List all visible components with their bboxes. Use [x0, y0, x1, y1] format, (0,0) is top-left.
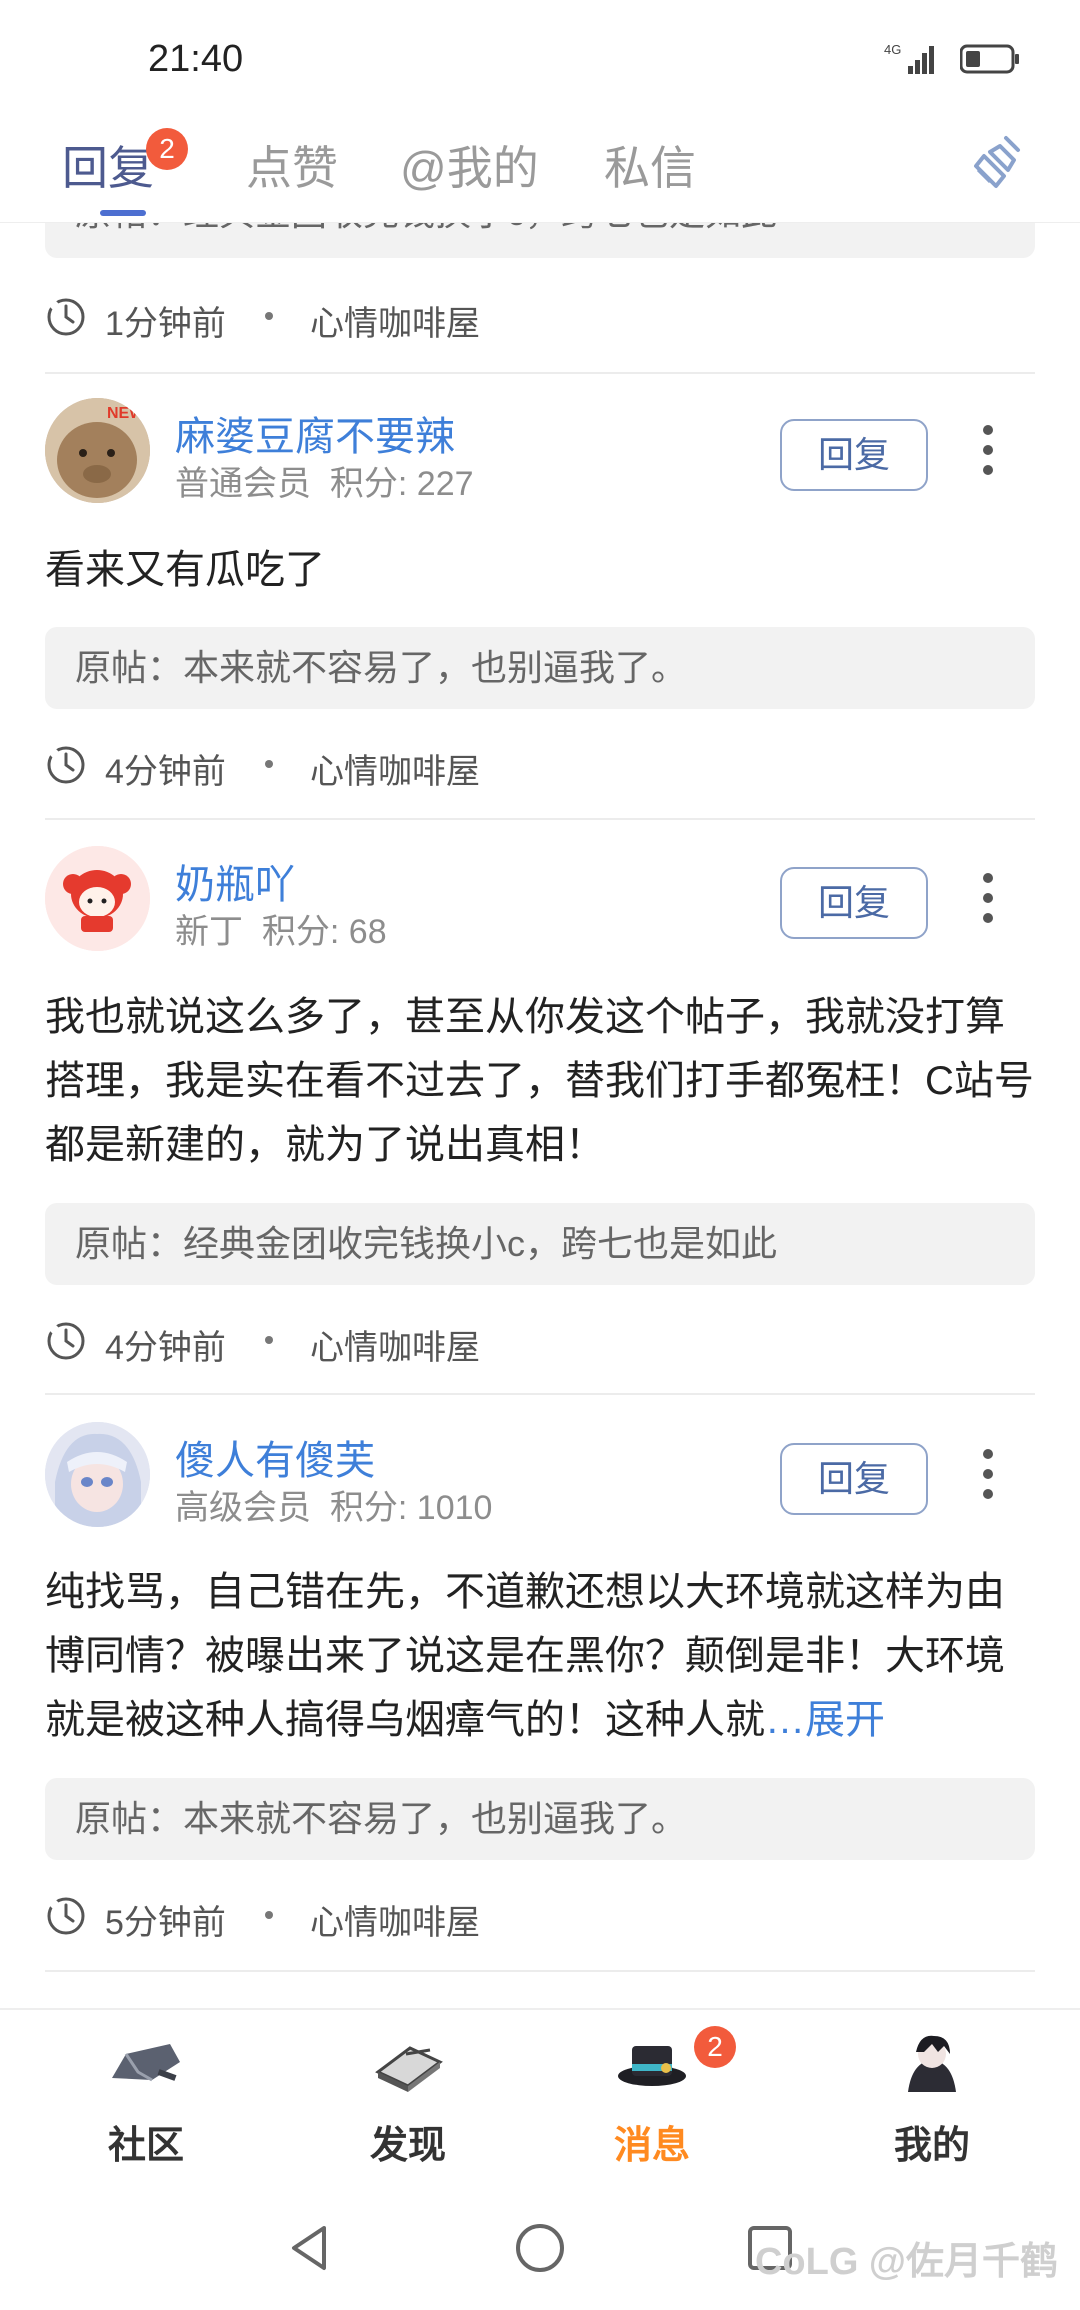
more-options-icon[interactable] [980, 1444, 996, 1504]
status-bar: 21:40 4G [0, 0, 1080, 110]
divider [45, 1970, 1035, 1972]
nav-discover[interactable]: 发现 [308, 2010, 508, 2190]
divider [45, 818, 1035, 820]
nav-messages[interactable]: 2 消息 [552, 2010, 752, 2190]
original-post-quote[interactable]: 原帖：经典金团收完钱换小c，跨七也是如此 [45, 1203, 1035, 1285]
time-label: 1分钟前 [105, 305, 226, 343]
username-link[interactable]: 麻婆豆腐不要辣 [175, 404, 455, 462]
category-link[interactable]: 心情咖啡屋 [310, 296, 480, 345]
reply-button[interactable]: 回复 [780, 1443, 928, 1515]
message-tabs: 回复 2 点赞 @我的 私信 [0, 110, 1080, 223]
username-link[interactable]: 傻人有傻芙 [175, 1428, 375, 1486]
tab-replies[interactable]: 回复 2 [62, 128, 188, 198]
reply-button[interactable]: 回复 [780, 867, 928, 939]
username-link[interactable]: 奶瓶吖 [175, 852, 295, 910]
reply-item-header: 傻人有傻芙 高级会员 积分: 1010 回复 [45, 1422, 1035, 1532]
reply-item-header: NEW 麻婆豆腐不要辣 普通会员 积分: 227 回复 [45, 398, 1035, 508]
reply-content[interactable]: 我也就说这么多了，甚至从你发这个帖子，我就没打算搭理，我是实在看不过去了，替我们… [45, 985, 1035, 1177]
unread-badge: 2 [146, 128, 188, 170]
reply-item-header: 奶瓶吖 新丁 积分: 68 回复 [45, 846, 1035, 956]
expand-link[interactable]: …展开 [765, 1698, 885, 1742]
divider [45, 1393, 1035, 1395]
time-label: 4分钟前 [105, 753, 226, 791]
avatar[interactable] [45, 1422, 150, 1527]
clock-icon [47, 746, 85, 784]
svg-text:4G: 4G [884, 42, 901, 57]
avatar[interactable] [45, 846, 150, 951]
separator-dot [265, 312, 273, 320]
time-label: 4分钟前 [105, 1329, 226, 1367]
bottom-navigation: 社区 发现 2 消息 我的 [0, 2008, 1080, 2190]
profile-avatar-icon [908, 2035, 956, 2092]
reply-button[interactable]: 回复 [780, 419, 928, 491]
watermark: CoLG @佐月千鹤 [754, 2241, 1058, 2283]
home-circle-icon[interactable] [510, 2218, 570, 2278]
more-options-icon[interactable] [980, 868, 996, 928]
separator-dot [265, 1911, 273, 1919]
clock-icon [47, 298, 85, 336]
back-triangle-icon[interactable] [280, 2218, 340, 2278]
cartoon-girl-avatar-icon [45, 846, 150, 951]
status-time: 21:40 [148, 38, 244, 80]
separator-dot [265, 760, 273, 768]
nav-community[interactable]: 社区 [46, 2010, 246, 2190]
tab-private-messages[interactable]: 私信 [604, 132, 696, 198]
more-options-icon[interactable] [980, 420, 996, 480]
divider [45, 372, 1035, 374]
messages-hat-icon [618, 2046, 686, 2086]
user-level: 普通会员 积分: 227 [175, 465, 474, 503]
anime-avatar-icon [45, 1422, 150, 1527]
category-link[interactable]: 心情咖啡屋 [310, 1895, 480, 1944]
reply-content[interactable]: 看来又有瓜吃了 [45, 538, 1035, 602]
tab-mentions[interactable]: @我的 [400, 132, 539, 198]
reply-content[interactable]: 纯找骂，自己错在先，不道歉还想以大环境就这样为由博同情？被曝出来了说这是在黑你？… [45, 1560, 1035, 1752]
category-link[interactable]: 心情咖啡屋 [310, 744, 480, 793]
battery-icon [960, 44, 1019, 74]
user-level: 新丁 积分: 68 [175, 913, 387, 951]
clock-icon [47, 1322, 85, 1360]
original-post-quote[interactable]: 原帖：本来就不容易了，也别逼我了。 [45, 1778, 1035, 1860]
original-post-quote[interactable]: 原帖：本来就不容易了，也别逼我了。 [45, 627, 1035, 709]
time-label: 5分钟前 [105, 1904, 226, 1942]
active-tab-indicator [100, 210, 146, 216]
community-icon [112, 2044, 180, 2082]
tab-likes[interactable]: 点赞 [246, 132, 338, 198]
unread-badge: 2 [694, 2026, 736, 2068]
separator-dot [265, 1336, 273, 1344]
broom-clear-icon[interactable] [966, 130, 1030, 194]
avatar[interactable]: NEW [45, 398, 150, 503]
nav-profile[interactable]: 我的 [832, 2010, 1032, 2190]
signal-icon: 4G [884, 40, 940, 76]
capybara-avatar-icon: NEW [45, 398, 150, 503]
category-link[interactable]: 心情咖啡屋 [310, 1320, 480, 1369]
user-level: 高级会员 积分: 1010 [175, 1489, 493, 1527]
discover-icon [375, 2046, 443, 2092]
svg-text:NEW: NEW [107, 405, 145, 422]
clock-icon [47, 1897, 85, 1935]
